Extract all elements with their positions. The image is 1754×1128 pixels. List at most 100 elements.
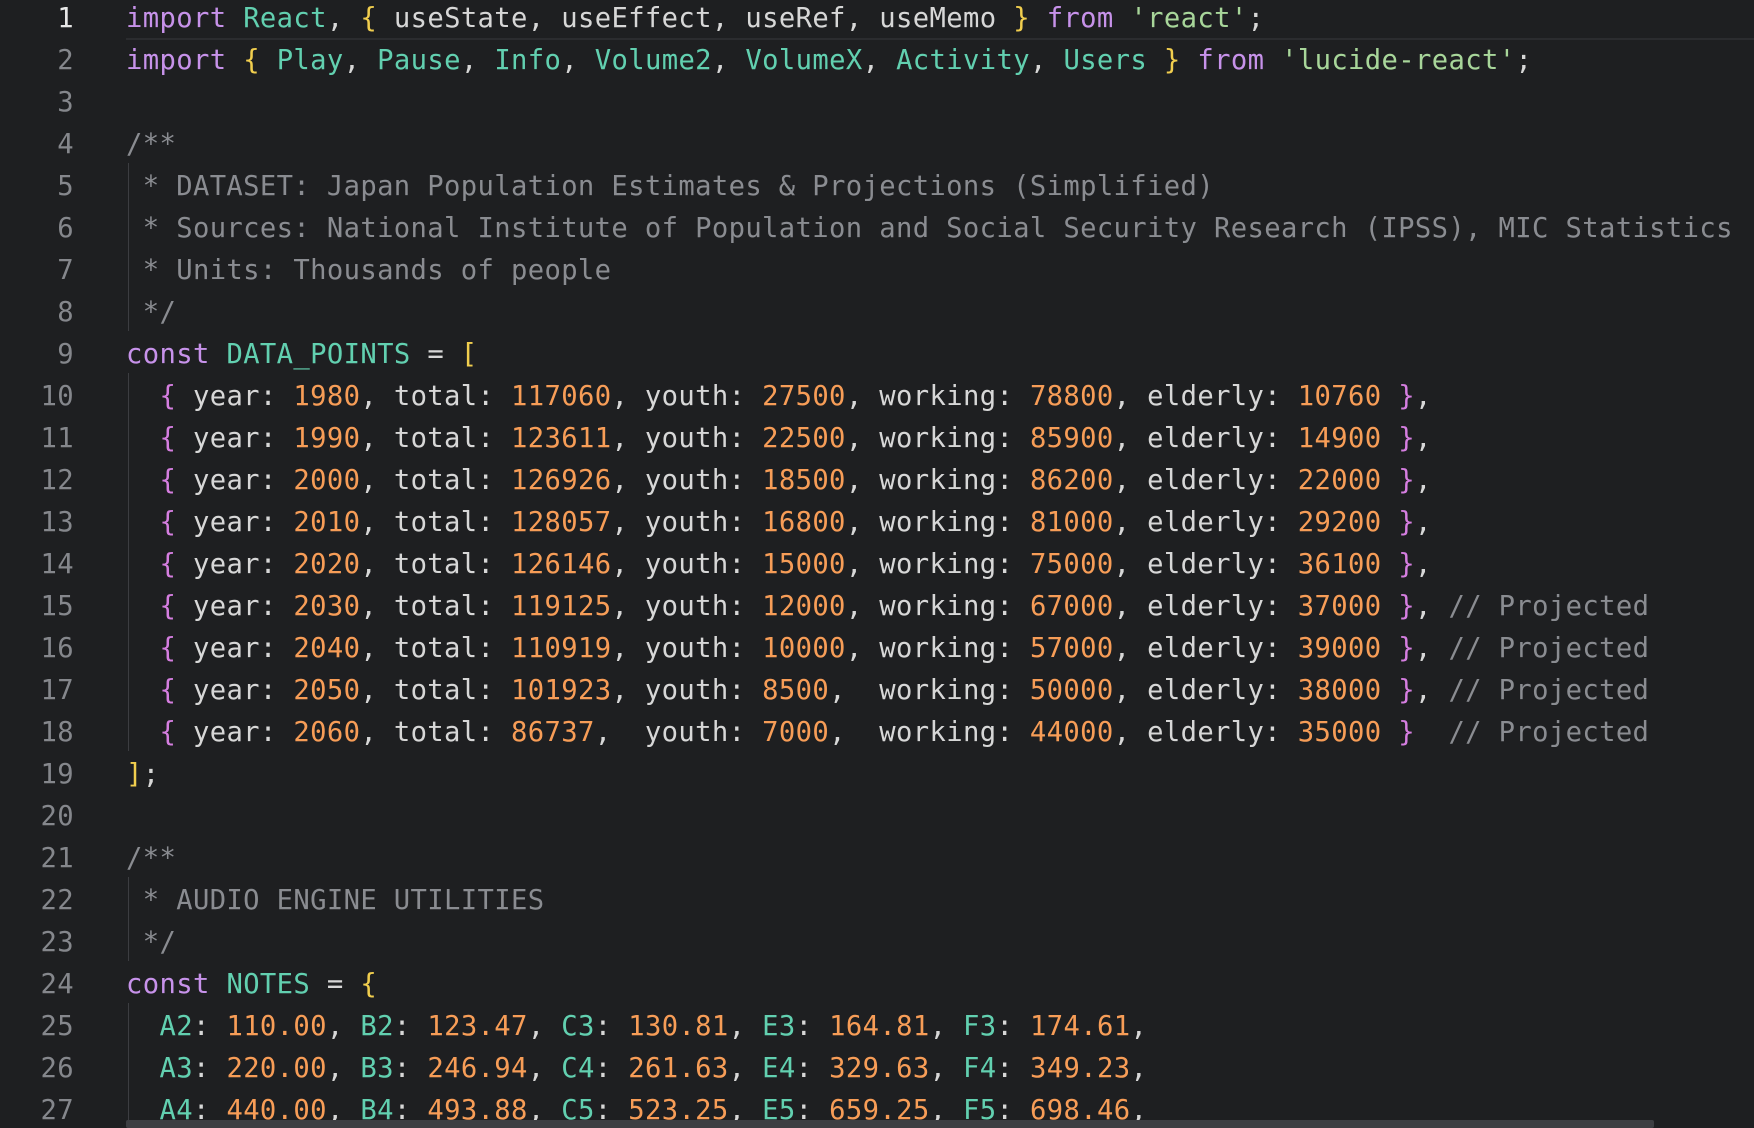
code-token: , youth: — [611, 633, 763, 664]
code-token: , youth: — [611, 549, 763, 580]
code-token: 22500 — [762, 423, 846, 454]
code-line[interactable]: 22 * AUDIO ENGINE UTILITIES — [0, 880, 1754, 922]
code-token: , — [1414, 507, 1432, 538]
code-token: 18500 — [762, 465, 846, 496]
code-token: , — [527, 1053, 562, 1084]
code-token: year: — [176, 381, 294, 412]
code-text: * Units: Thousands of people — [126, 250, 611, 292]
code-token: 2050 — [293, 675, 361, 706]
code-token: F4 — [963, 1053, 997, 1084]
code-token: from — [1046, 3, 1114, 34]
code-token: 2030 — [293, 591, 361, 622]
code-token: , youth: — [611, 591, 763, 622]
code-line[interactable]: 7 * Units: Thousands of people — [0, 250, 1754, 292]
code-editor[interactable]: 1 import React, { useState, useEffect, us… — [0, 0, 1754, 1128]
line-number: 18 — [40, 717, 74, 748]
code-token: A2 — [159, 1011, 193, 1042]
code-token: , elderly: — [1113, 591, 1298, 622]
code-line[interactable]: 1 import React, { useState, useEffect, us… — [0, 0, 1754, 40]
code-line[interactable]: 6 * Sources: National Institute of Popul… — [0, 208, 1754, 250]
horizontal-scrollbar[interactable] — [126, 1120, 1654, 1128]
code-token: } — [1398, 423, 1415, 454]
code-text: import { Play, Pause, Info, Volume2, Vol… — [126, 40, 1532, 82]
code-line[interactable]: 4 /** — [0, 124, 1754, 166]
code-text: { year: 2040, total: 110919, youth: 1000… — [126, 628, 1649, 670]
code-token: 8500 — [762, 675, 830, 706]
code-token: , — [1414, 675, 1449, 706]
code-token: , — [1414, 591, 1449, 622]
code-token: , working: — [829, 717, 1030, 748]
code-token: year: — [176, 591, 294, 622]
code-line[interactable]: 18 { year: 2060, total: 86737, youth: 70… — [0, 712, 1754, 754]
code-token: : — [192, 1053, 227, 1084]
code-token: , — [728, 1011, 763, 1042]
code-line[interactable]: 3 — [0, 82, 1754, 124]
code-line[interactable]: 9 const DATA_POINTS = [ — [0, 334, 1754, 376]
code-token: React — [243, 3, 327, 34]
code-token: , working: — [845, 423, 1030, 454]
code-text: { year: 2060, total: 86737, youth: 7000,… — [126, 712, 1649, 754]
code-token: 22000 — [1297, 465, 1382, 496]
line-number: 23 — [40, 927, 74, 958]
code-token: , youth: — [594, 717, 763, 748]
code-token: : — [996, 1011, 1031, 1042]
code-line[interactable]: 16 { year: 2040, total: 110919, youth: 1… — [0, 628, 1754, 670]
code-token: } — [1398, 591, 1415, 622]
code-token: , total: — [360, 549, 512, 580]
code-line[interactable]: 2 import { Play, Pause, Info, Volume2, Vo… — [0, 40, 1754, 82]
code-token: 329.63 — [829, 1053, 930, 1084]
code-line[interactable]: 21 /** — [0, 838, 1754, 880]
code-token: 15000 — [762, 549, 846, 580]
code-line[interactable]: 24 const NOTES = { — [0, 964, 1754, 1006]
code-token: A3 — [159, 1053, 193, 1084]
code-token: 174.61 — [1030, 1011, 1131, 1042]
code-line[interactable]: 20 — [0, 796, 1754, 838]
code-token: , total: — [360, 381, 512, 412]
line-number: 9 — [57, 339, 74, 370]
line-number: 19 — [40, 759, 74, 790]
line-number: 11 — [40, 423, 74, 454]
code-token: 'react' — [1130, 3, 1248, 34]
code-line[interactable]: 23 */ — [0, 922, 1754, 964]
code-line[interactable]: 14 { year: 2020, total: 126146, youth: 1… — [0, 544, 1754, 586]
code-text: A3: 220.00, B3: 246.94, C4: 261.63, E4: … — [126, 1048, 1147, 1090]
code-token: 119125 — [511, 591, 612, 622]
code-line[interactable]: 5 * DATASET: Japan Population Estimates … — [0, 166, 1754, 208]
code-line[interactable]: 26 A3: 220.00, B3: 246.94, C4: 261.63, E… — [0, 1048, 1754, 1090]
code-token: 1990 — [293, 423, 361, 454]
code-token: { — [159, 549, 177, 580]
code-line[interactable]: 12 { year: 2000, total: 126926, youth: 1… — [0, 460, 1754, 502]
code-token: : — [594, 1053, 629, 1084]
code-token: , — [1130, 1053, 1148, 1084]
code-token: , total: — [360, 591, 512, 622]
code-line[interactable]: 13 { year: 2010, total: 128057, youth: 1… — [0, 502, 1754, 544]
code-token: DATA_POINTS — [226, 339, 411, 370]
code-token: 16800 — [762, 507, 846, 538]
code-line[interactable]: 10 { year: 1980, total: 117060, youth: 2… — [0, 376, 1754, 418]
code-line[interactable]: 11 { year: 1990, total: 123611, youth: 2… — [0, 418, 1754, 460]
code-token: ] — [126, 759, 143, 790]
line-number: 6 — [57, 213, 74, 244]
code-line[interactable]: 17 { year: 2050, total: 101923, youth: 8… — [0, 670, 1754, 712]
code-line[interactable]: 15 { year: 2030, total: 119125, youth: 1… — [0, 586, 1754, 628]
indent-guide — [128, 1003, 129, 1128]
code-line[interactable]: 19]; — [0, 754, 1754, 796]
code-line[interactable]: 8 */ — [0, 292, 1754, 334]
code-line[interactable]: 25 A2: 110.00, B2: 123.47, C3: 130.81, E… — [0, 1006, 1754, 1048]
code-token: Users — [1063, 45, 1148, 76]
code-token: , elderly: — [1113, 549, 1298, 580]
line-number: 13 — [40, 507, 74, 538]
line-number: 16 — [40, 633, 74, 664]
line-number: 20 — [40, 801, 74, 832]
code-token: 110919 — [511, 633, 612, 664]
code-token: { — [159, 465, 177, 496]
code-token: , — [1414, 381, 1432, 412]
